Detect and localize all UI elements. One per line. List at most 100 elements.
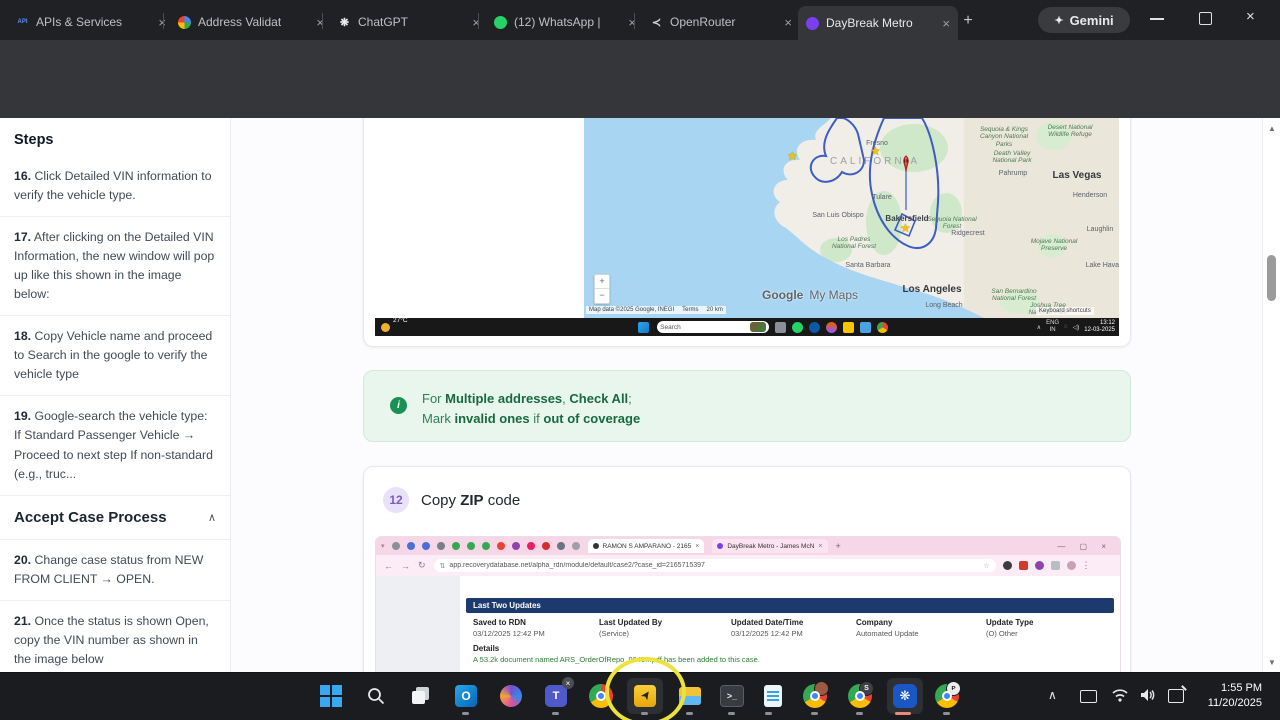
map-label: Pahrump	[998, 170, 1028, 177]
scroll-down-icon[interactable]: ▼	[1263, 658, 1280, 667]
my-maps-label: My Maps	[809, 288, 859, 302]
start-button[interactable]	[317, 682, 345, 710]
step-item-21[interactable]: 21. Once the status is shown Open, copy …	[0, 599, 230, 672]
step-item-18[interactable]: 18. Copy Vehicle name and proceed to Sea…	[0, 315, 230, 395]
map-attribution: Map data ©2025 Google, INEGI Terms 20 km	[586, 306, 726, 314]
map-label: Lake Havasu	[1085, 262, 1119, 269]
daybreak-favicon	[806, 16, 819, 30]
window-minimize-button[interactable]	[1150, 18, 1164, 20]
map-label: San Luis Obispo	[812, 212, 864, 219]
mini-extension-icon	[1002, 561, 1012, 570]
zoom-out-button[interactable]: −	[595, 289, 609, 302]
mini-site-icon: ⇅	[439, 562, 446, 570]
tab-close-icon[interactable]: ×	[784, 15, 792, 30]
blue-app-icon: ❋	[893, 684, 917, 708]
mini-extension-icon	[1018, 561, 1028, 570]
notepad-button[interactable]	[759, 682, 787, 710]
teams-x-badge: ×	[562, 677, 574, 689]
pen-tablet-icon[interactable]	[1168, 685, 1187, 703]
running-indicator	[686, 712, 693, 715]
tab-openrouter[interactable]: ≺ OpenRouter ×	[642, 6, 800, 38]
tab-address-validation[interactable]: Address Validat ×	[170, 6, 332, 38]
running-indicator	[765, 712, 772, 715]
taskbar-search-button[interactable]	[362, 682, 390, 710]
map-star-marker[interactable]: ★	[787, 149, 798, 163]
tab-search-chevron-icon: ▾	[381, 543, 385, 550]
google-watermark: Google My Maps	[762, 288, 858, 302]
chrome-profile3-button[interactable]: ᴘ	[933, 681, 961, 710]
map-label: Ridgecrest	[951, 230, 985, 237]
tab-whatsapp[interactable]: (12) WhatsApp | ×	[486, 6, 644, 38]
step-item-16[interactable]: 16. Click Detailed VIN information to ve…	[0, 156, 230, 216]
step-item-17[interactable]: 17. After clicking on the Detailed VIN I…	[0, 216, 230, 315]
loop-button[interactable]	[497, 682, 525, 710]
api-favicon: API	[17, 19, 28, 25]
tab-apis-services[interactable]: API APIs & Services ×	[8, 6, 174, 38]
screenshot-page-body: Last Two Updates Saved to RDN Last Updat…	[376, 576, 1120, 672]
window-close-button[interactable]: ×	[1246, 8, 1255, 25]
outlook-button[interactable]: O	[452, 682, 480, 710]
keyboard-shortcuts-link[interactable]: Keyboard shortcuts	[1036, 307, 1094, 315]
wifi-icon[interactable]	[1112, 689, 1128, 702]
tray-dock-icon[interactable]	[1080, 690, 1097, 703]
mini-favicon	[481, 542, 490, 550]
map-star-marker[interactable]: ★	[900, 221, 911, 235]
chrome-profile1-button[interactable]	[801, 681, 829, 710]
teams-button[interactable]: T ×	[542, 677, 574, 710]
page-scrollbar[interactable]: ▲ ▼	[1262, 118, 1280, 672]
search-label: Search	[660, 323, 681, 331]
mini-back-icon: ←	[384, 560, 393, 571]
mini-puzzle-icon	[1050, 561, 1060, 570]
teams-icon: T	[545, 685, 567, 707]
window-restore-button[interactable]	[1199, 12, 1212, 25]
step-number-badge: 12	[383, 487, 409, 513]
chatgpt-favicon: ❋	[339, 16, 350, 29]
terminal-button[interactable]: >_	[718, 682, 746, 710]
scrollbar-thumb[interactable]	[1267, 255, 1276, 301]
taskbar-clock[interactable]: 1:55 PM 11/20/2025	[1196, 681, 1262, 711]
tab-chatgpt[interactable]: ❋ ChatGPT ×	[330, 6, 488, 38]
section-accept-case-process[interactable]: Accept Case Process ∧	[0, 494, 230, 539]
chrome-profile2-button[interactable]: S	[846, 681, 874, 710]
clock-date: 11/20/2025	[1207, 696, 1262, 709]
rdn-app-button[interactable]: ❋	[891, 682, 919, 710]
tab-title: ChatGPT	[358, 15, 409, 29]
tab-daybreak-metro-active[interactable]: DayBreak Metro ×	[798, 6, 958, 40]
callout-text: For Multiple addresses, Check All; Mark …	[422, 391, 641, 426]
mini-favicon	[421, 542, 430, 550]
map-star-marker[interactable]: ★	[870, 144, 881, 158]
tab-title: Address Validat	[198, 15, 282, 29]
tab-close-icon[interactable]: ×	[942, 16, 950, 31]
screenshot-url: app.recoverydatabase.net/alpha_rdn/modul…	[449, 562, 705, 569]
map-label: Long Beach	[925, 302, 963, 309]
mini-favicon	[526, 542, 535, 550]
step-item-19[interactable]: 19. Google-search the vehicle type: If S…	[0, 395, 230, 494]
new-tab-button[interactable]: +	[958, 11, 978, 31]
gemini-label: Gemini	[1069, 12, 1114, 28]
windows-logo-icon	[320, 685, 342, 707]
screenshot-tab-strip: ▾ RAMON S AMPARANO - 2165 × DayBreak Met…	[376, 537, 1120, 555]
edge-icon	[809, 321, 821, 333]
task-view-button[interactable]	[407, 682, 435, 710]
arrow-app-icon	[843, 321, 855, 333]
mini-forward-icon: →	[401, 560, 410, 571]
terminal-icon: >_	[720, 685, 744, 707]
google-my-maps[interactable]: CALIFORNIA Fresno Sequoia & Kings Canyon…	[584, 118, 1119, 318]
zoom-in-button[interactable]: +	[595, 275, 609, 289]
map-zoom-control[interactable]: + −	[594, 274, 610, 304]
mini-favicon	[556, 542, 565, 550]
mini-window-controls: — ▢ ×	[1057, 541, 1112, 551]
tray-chevron-icon[interactable]: ∧	[1048, 688, 1057, 702]
notepad-icon	[764, 685, 782, 707]
scroll-up-icon[interactable]: ▲	[1263, 124, 1280, 133]
map-label: Los Padres National Forest	[831, 236, 877, 251]
chevron-up-icon: ∧	[207, 511, 216, 524]
step-title: Copy ZIP code	[421, 492, 521, 509]
speaker-icon[interactable]	[1140, 688, 1156, 702]
terms-link[interactable]: Terms	[682, 307, 698, 313]
step-item-20[interactable]: 20. Change case status from NEW FROM CLI…	[0, 538, 230, 600]
blue-app-icon	[860, 321, 872, 333]
gemini-button[interactable]: ✦ Gemini	[1038, 7, 1130, 33]
screenshot-url-pill: ⇅ app.recoverydatabase.net/alpha_rdn/mod…	[433, 559, 996, 572]
page-content: Steps 16. Click Detailed VIN information…	[0, 118, 1280, 672]
